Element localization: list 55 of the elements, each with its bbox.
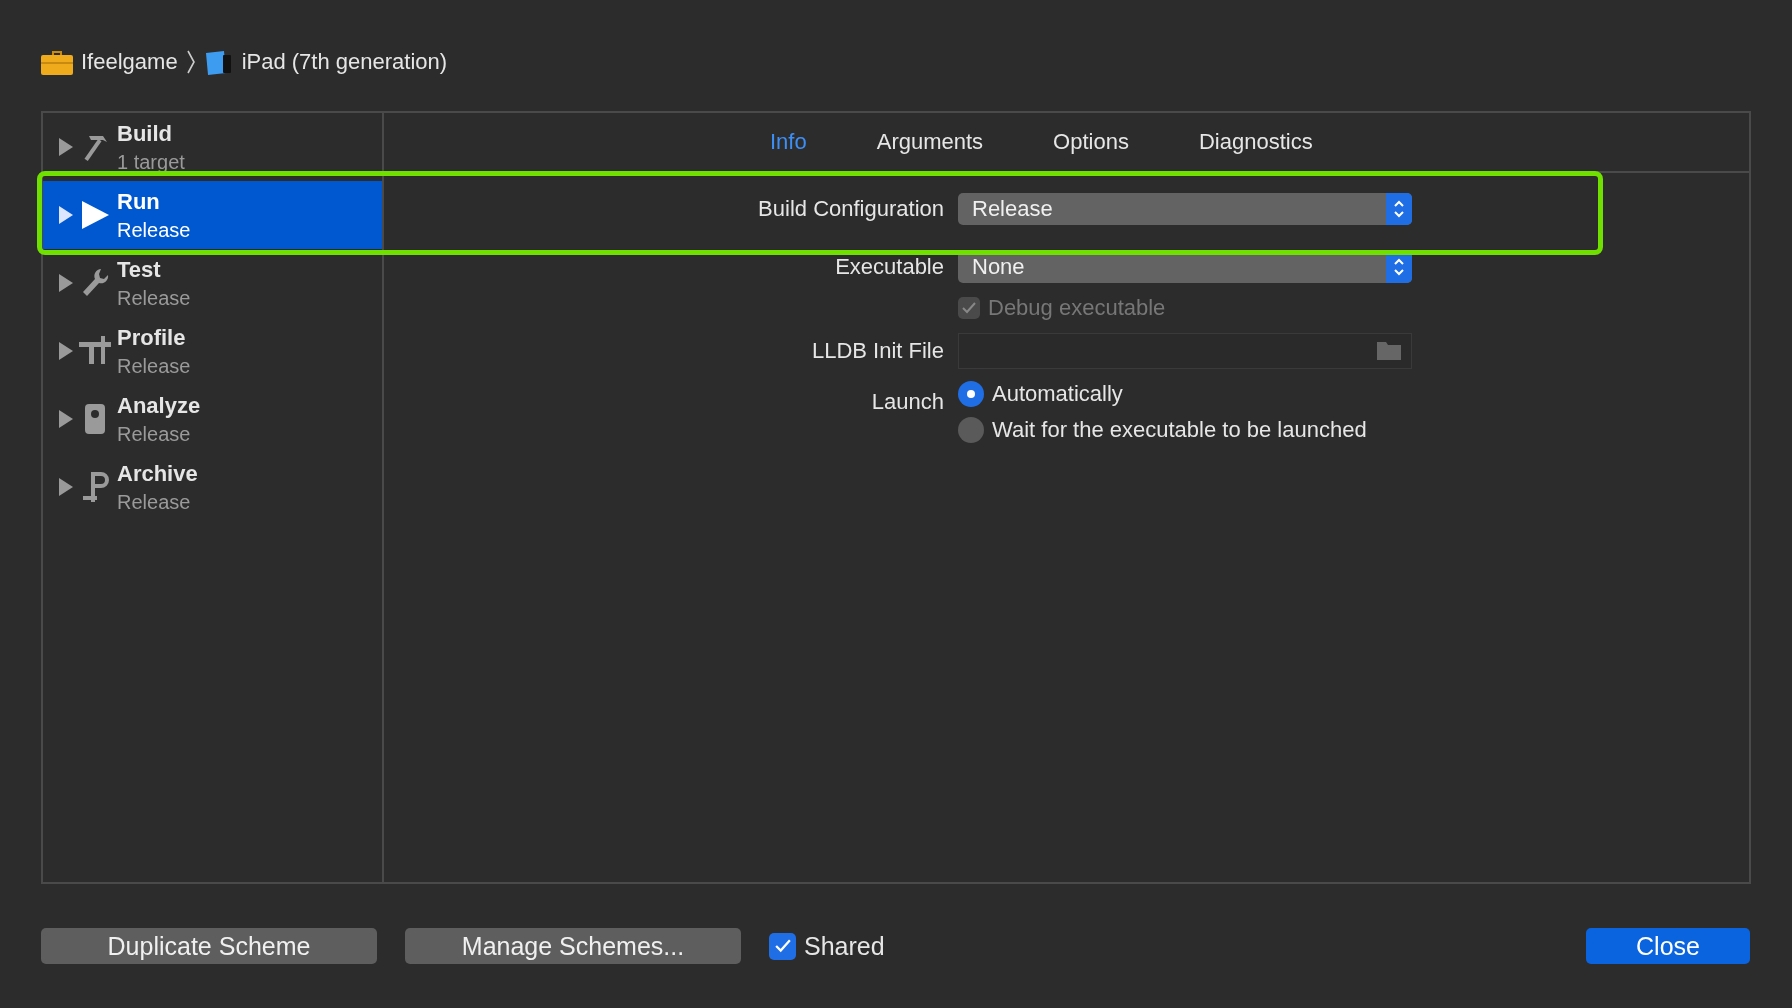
action-subtitle: Release [117, 490, 192, 514]
field-label: LLDB Init File [811, 338, 944, 364]
breadcrumb-item[interactable]: Ifeelgame [81, 49, 178, 75]
disclosure-triangle-icon[interactable] [59, 274, 73, 292]
action-subtitle: Release [117, 354, 191, 378]
action-title: Archive [117, 460, 198, 487]
close-button[interactable]: Close [1586, 928, 1750, 964]
chevron-right-icon [185, 49, 196, 75]
action-subtitle: Release [117, 422, 192, 446]
scheme-action-row[interactable]: Test Release [43, 249, 382, 317]
action-title: Analyze [117, 392, 201, 419]
checkmark-icon [774, 939, 791, 953]
breadcrumb-item[interactable]: iPad (7th generation) [241, 49, 448, 75]
action-subtitle: Release [117, 286, 191, 310]
disclosure-triangle-icon[interactable] [59, 410, 73, 428]
toolbox-icon [41, 49, 73, 75]
blueprint-tablet-icon [203, 49, 234, 75]
lldb-init-file-field[interactable] [958, 333, 1412, 369]
scheme-action-row[interactable]: Analyze Release [43, 385, 382, 453]
up-down-chevron-icon [1393, 257, 1405, 277]
disclosure-triangle-icon[interactable] [59, 206, 73, 224]
field-label: Launch [871, 389, 944, 415]
radio-button[interactable] [958, 417, 984, 443]
checkbox-label: Debug executable [988, 295, 1166, 321]
disclosure-triangle-icon[interactable] [59, 342, 73, 360]
play-icon [79, 198, 111, 232]
tab[interactable]: Info [764, 125, 813, 159]
scheme-action-row[interactable]: Run Release [43, 181, 382, 249]
radio-button[interactable] [958, 381, 984, 407]
tab[interactable]: Options [1047, 125, 1135, 159]
folder-icon [1377, 342, 1401, 360]
tab[interactable]: Arguments [870, 125, 990, 159]
up-down-chevron-icon [1393, 199, 1405, 219]
action-subtitle: 1 target [117, 150, 185, 174]
manage-schemes-button[interactable]: Manage Schemes... [405, 928, 741, 964]
action-title: Test [117, 256, 162, 283]
scheme-action-row[interactable]: Build 1 target [43, 113, 382, 181]
disclosure-triangle-icon[interactable] [59, 138, 73, 156]
field-label: Build Configuration [758, 196, 944, 222]
action-title: Profile [117, 324, 187, 351]
action-title: Build [117, 120, 173, 147]
checkmark-icon [962, 302, 976, 314]
tab[interactable]: Diagnostics [1192, 125, 1319, 159]
action-subtitle: Release [117, 218, 191, 242]
shared-checkbox[interactable] [769, 932, 796, 960]
scheme-action-row[interactable]: Profile Release [43, 317, 382, 385]
radio-label: Wait for the executable to be launched [992, 417, 1367, 443]
scheme-action-row[interactable]: Archive Release [43, 453, 382, 521]
action-title: Run [117, 188, 161, 215]
duplicate-scheme-button[interactable]: Duplicate Scheme [41, 928, 377, 964]
field-label: Executable [835, 254, 944, 280]
build-configuration-select[interactable]: Release [958, 193, 1412, 225]
checkbox-label: Shared [804, 931, 885, 961]
radio-label: Automatically [992, 381, 1123, 407]
disclosure-triangle-icon[interactable] [59, 478, 73, 496]
